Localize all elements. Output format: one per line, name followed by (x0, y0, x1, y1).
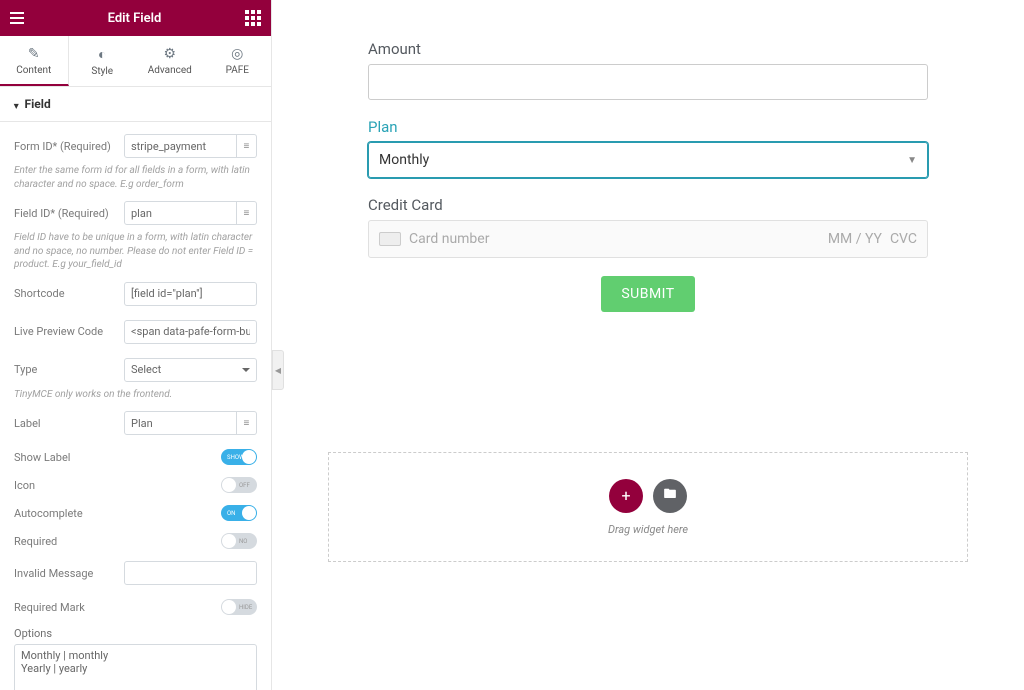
type-select[interactable]: Select (124, 358, 257, 382)
cc-number-placeholder: Card number (409, 231, 820, 247)
tab-style[interactable]: ◐Style (69, 36, 137, 86)
cc-input[interactable]: Card number MM / YY CVC (368, 220, 928, 258)
field-plan[interactable]: Plan Monthly ▼ (368, 118, 928, 178)
editor-panel: Edit Field ✎Content ◐Style ⚙Advanced ◎PA… (0, 0, 272, 690)
plan-select[interactable]: Monthly ▼ (368, 142, 928, 178)
gear-icon: ⚙ (136, 46, 204, 62)
invalid-message-input[interactable] (124, 561, 257, 585)
icon-label: Icon (14, 479, 35, 492)
preview-code-input[interactable] (124, 320, 257, 344)
panel-collapse-handle[interactable]: ◀ (272, 350, 284, 390)
widget-drop-area[interactable]: + 🖿 Drag widget here (328, 452, 968, 562)
type-help: TinyMCE only works on the frontend. (14, 388, 257, 402)
show-label-label: Show Label (14, 451, 70, 464)
form-id-label: Form ID* (Required) (14, 140, 124, 153)
label-input[interactable] (124, 411, 237, 435)
invalid-message-label: Invalid Message (14, 567, 124, 580)
type-label: Type (14, 363, 124, 376)
add-widget-button[interactable]: + (609, 479, 643, 513)
field-credit-card: Credit Card Card number MM / YY CVC (368, 196, 928, 258)
menu-icon[interactable] (10, 12, 24, 24)
tab-content[interactable]: ✎Content (0, 36, 69, 86)
amount-input[interactable] (368, 64, 928, 100)
shortcode-label: Shortcode (14, 287, 124, 300)
cc-label: Credit Card (368, 196, 928, 214)
options-label: Options (14, 627, 257, 640)
form-id-help: Enter the same form id for all fields in… (14, 164, 257, 191)
contrast-icon: ◐ (69, 46, 137, 63)
panel-title: Edit Field (108, 11, 162, 26)
panel-header: Edit Field (0, 0, 271, 36)
dynamic-tag-icon[interactable]: ≡ (237, 411, 257, 435)
chevron-down-icon: ▼ (907, 155, 917, 166)
field-amount: Amount (368, 40, 928, 100)
plan-selected-value: Monthly (379, 152, 429, 168)
preview-area: ◀ Amount Plan Monthly ▼ Credit Card Card… (272, 0, 1024, 690)
folder-icon: 🖿 (663, 485, 676, 507)
dynamic-tag-icon[interactable]: ≡ (237, 134, 257, 158)
options-textarea[interactable]: Monthly | monthly Yearly | yearly (14, 644, 257, 690)
required-toggle[interactable]: NO (221, 533, 257, 549)
label-label: Label (14, 417, 124, 430)
cc-cvc-placeholder: CVC (890, 231, 917, 247)
autocomplete-label: Autocomplete (14, 507, 83, 520)
cc-expiry-placeholder: MM / YY (828, 231, 882, 247)
form-preview: Amount Plan Monthly ▼ Credit Card Card n… (368, 40, 928, 312)
submit-button[interactable]: SUBMIT (601, 276, 694, 312)
autocomplete-toggle[interactable]: ON (221, 505, 257, 521)
required-mark-label: Required Mark (14, 601, 85, 614)
icon-toggle[interactable]: OFF (221, 477, 257, 493)
pafe-icon: ◎ (204, 46, 272, 62)
tab-pafe[interactable]: ◎PAFE (204, 36, 272, 86)
section-header[interactable]: ▴Field (0, 87, 271, 122)
dynamic-tag-icon[interactable]: ≡ (237, 201, 257, 225)
amount-label: Amount (368, 40, 928, 58)
section-body: Form ID* (Required) ≡ Enter the same for… (0, 122, 271, 690)
required-label: Required (14, 535, 57, 548)
template-library-button[interactable]: 🖿 (653, 479, 687, 513)
chevron-down-icon: ▴ (14, 101, 19, 111)
field-id-label: Field ID* (Required) (14, 207, 124, 220)
tab-advanced[interactable]: ⚙Advanced (136, 36, 204, 86)
required-mark-toggle[interactable]: HIDE (221, 599, 257, 615)
field-id-help: Field ID have to be unique in a form, wi… (14, 231, 257, 272)
preview-code-label: Live Preview Code (14, 325, 124, 338)
pencil-icon: ✎ (0, 46, 68, 62)
show-label-toggle[interactable]: SHOW (221, 449, 257, 465)
card-icon (379, 232, 401, 246)
form-id-input[interactable] (124, 134, 237, 158)
field-id-input[interactable] (124, 201, 237, 225)
apps-icon[interactable] (245, 10, 261, 26)
editor-tabs: ✎Content ◐Style ⚙Advanced ◎PAFE (0, 36, 271, 87)
drop-hint: Drag widget here (608, 523, 688, 536)
shortcode-input[interactable] (124, 282, 257, 306)
plan-label: Plan (368, 118, 928, 136)
